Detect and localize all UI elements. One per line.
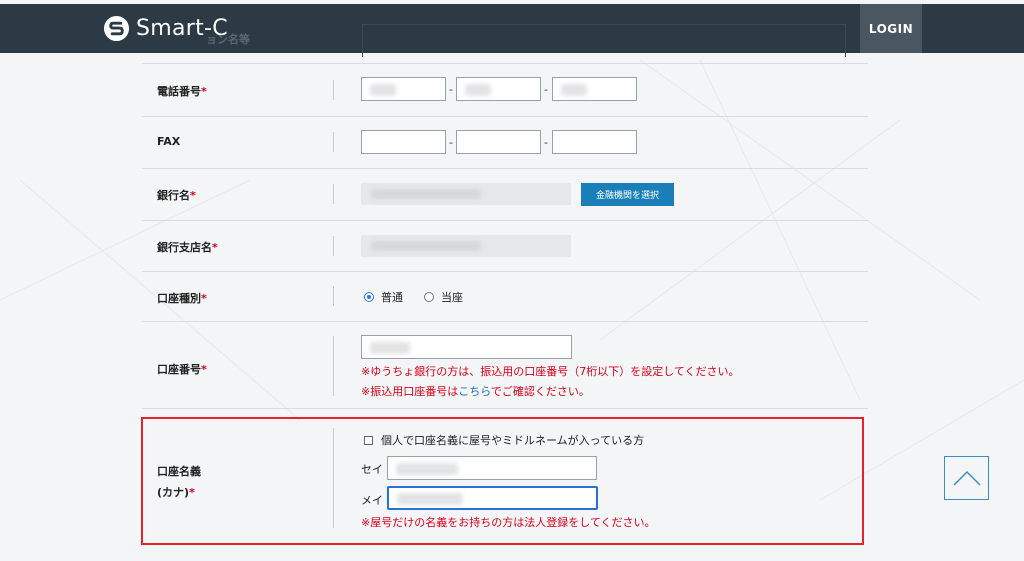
- fax-separator: -: [449, 136, 453, 149]
- account-number-label: 口座番号*: [157, 363, 207, 376]
- radio-selected-icon: [364, 292, 374, 302]
- account-number-input[interactable]: [361, 335, 572, 359]
- bank-name-label: 銀行名*: [157, 189, 196, 202]
- account-holder-label: 口座名義: [157, 465, 201, 478]
- radio-toza[interactable]: 当座: [424, 289, 463, 305]
- login-button[interactable]: LOGIN: [860, 4, 922, 53]
- site-logo[interactable]: Smart-C: [103, 15, 228, 42]
- row-divider: [142, 321, 868, 322]
- phone-input-1[interactable]: [361, 77, 446, 101]
- sei-label: セイ: [361, 463, 383, 476]
- mei-label: メイ: [361, 494, 383, 507]
- fax-separator: -: [544, 136, 548, 149]
- row-divider: [142, 63, 868, 64]
- column-divider: [333, 236, 334, 256]
- mei-input[interactable]: [387, 486, 598, 510]
- checkbox-icon: [364, 435, 373, 445]
- fax-input-3[interactable]: [552, 130, 637, 154]
- phone-input-2[interactable]: [456, 77, 541, 101]
- yucho-note: ※ゆうちょ銀行の方は、振込用の口座番号（7桁以下）を設定してください。: [361, 365, 740, 378]
- phone-label: 電話番号*: [157, 85, 207, 98]
- column-divider: [333, 80, 334, 100]
- radio-unselected-icon: [424, 292, 434, 302]
- transfer-number-note: ※振込用口座番号はこちらでご確認ください。: [361, 385, 590, 398]
- branch-name-field: [361, 235, 571, 257]
- select-bank-button[interactable]: 金融機関を選択: [581, 183, 674, 206]
- logo-s-icon: [103, 15, 130, 42]
- fax-input-1[interactable]: [361, 130, 446, 154]
- top-header: ョン名等 Smart-C LOGIN: [0, 4, 1024, 57]
- radio-futsu[interactable]: 普通: [364, 289, 403, 305]
- row-divider: [142, 408, 868, 409]
- phone-input-3[interactable]: [552, 77, 637, 101]
- column-divider: [333, 336, 334, 396]
- column-divider: [333, 132, 334, 152]
- phone-separator: -: [449, 83, 453, 96]
- account-type-label: 口座種別*: [157, 292, 207, 305]
- row-divider: [142, 271, 868, 272]
- bank-name-field: [361, 183, 571, 205]
- row-divider: [142, 168, 868, 169]
- business-name-checkbox[interactable]: 個人で口座名義に屋号やミドルネームが入っている方: [364, 432, 644, 448]
- check-here-link[interactable]: こちら: [458, 385, 491, 398]
- account-holder-kana-label: (カナ)*: [157, 486, 195, 499]
- row-divider: [142, 116, 868, 117]
- business-name-note: ※屋号だけの名義をお持ちの方は法人登録をしてください。: [361, 516, 656, 529]
- fax-label: FAX: [157, 135, 181, 148]
- sei-input[interactable]: [387, 456, 597, 480]
- logo-text: Smart-C: [136, 16, 228, 41]
- phone-separator: -: [544, 83, 548, 96]
- column-divider: [333, 286, 334, 306]
- column-divider: [333, 184, 334, 204]
- row-divider: [142, 220, 868, 221]
- partially-hidden-field: [362, 24, 846, 57]
- scroll-top-button[interactable]: [944, 456, 989, 500]
- fax-input-2[interactable]: [456, 130, 541, 154]
- chevron-up-icon: [952, 470, 981, 486]
- branch-name-label: 銀行支店名*: [157, 241, 218, 254]
